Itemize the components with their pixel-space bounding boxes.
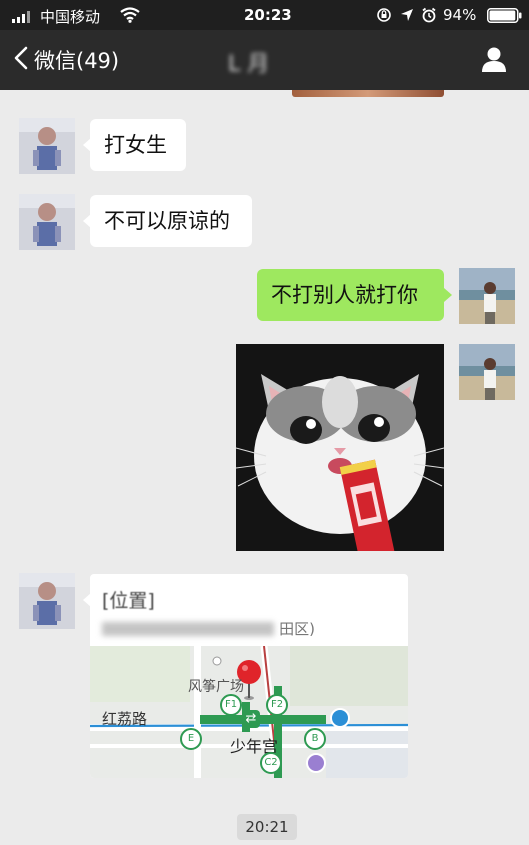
location-address: 田区) (102, 618, 402, 640)
bubble-tail (444, 288, 452, 302)
chat-title-text: L 月 (228, 52, 270, 77)
location-map[interactable]: 风筝广场 红荔路 少年宫 F1 F2 E B C2 ⇄ (90, 646, 408, 778)
metro-transfer-icon: ⇄ (242, 710, 260, 728)
chat-title: L 月 (228, 46, 304, 77)
poi-icon (306, 753, 326, 773)
image-message[interactable] (236, 344, 444, 551)
battery-percent: 94% (443, 6, 477, 24)
metro-exit-badge: C2 (260, 752, 282, 774)
address-redacted (102, 621, 274, 636)
metro-exit-badge: E (180, 728, 202, 750)
avatar[interactable] (459, 268, 515, 324)
location-card[interactable]: [位置] 田区) 风筝广场 红荔路 少年宫 F1 F2 E B C2 ⇄ (90, 574, 408, 778)
battery-icon (487, 8, 523, 27)
map-road-label: 红荔路 (102, 710, 148, 728)
cat-photo-icon (236, 344, 444, 551)
profile-button[interactable] (478, 44, 510, 76)
metro-exit-badge: F1 (220, 694, 242, 716)
avatar[interactable] (19, 573, 75, 629)
timestamp: 20:21 (237, 814, 297, 840)
map-park-label: 风筝广场 (188, 679, 244, 695)
person-icon (478, 47, 510, 80)
location-arrow-icon (400, 8, 414, 26)
address-suffix: 田区) (279, 620, 315, 638)
previous-image-message[interactable] (292, 90, 444, 97)
orientation-lock-icon (376, 7, 392, 27)
avatar[interactable] (19, 118, 75, 174)
chevron-left-icon (14, 46, 28, 74)
avatar[interactable] (19, 194, 75, 250)
avatar[interactable] (459, 344, 515, 400)
back-label: 微信(49) (34, 49, 120, 73)
wifi-icon (120, 7, 140, 27)
status-time: 20:23 (244, 6, 292, 24)
message-bubble[interactable]: 不可以原谅的 (90, 195, 252, 247)
alarm-icon (421, 7, 437, 27)
bus-stop-icon (330, 708, 350, 728)
metro-exit-badge: F2 (266, 694, 288, 716)
signal-icon (12, 9, 34, 27)
back-button[interactable]: 微信(49) (14, 44, 119, 76)
carrier-label: 中国移动 (40, 8, 101, 26)
location-title: [位置] (102, 590, 155, 612)
message-bubble[interactable]: 打女生 (90, 119, 186, 171)
message-bubble[interactable]: 不打别人就打你 (257, 269, 444, 321)
metro-exit-badge: B (304, 728, 326, 750)
chat-area[interactable]: 打女生 不可以原谅的 不打别人就打你 [位置] 田区) 风筝广场 红荔路 少年宫… (0, 90, 529, 845)
status-bar: 中国移动 20:23 94% (0, 0, 529, 30)
nav-bar: 微信(49) L 月 (0, 30, 529, 90)
